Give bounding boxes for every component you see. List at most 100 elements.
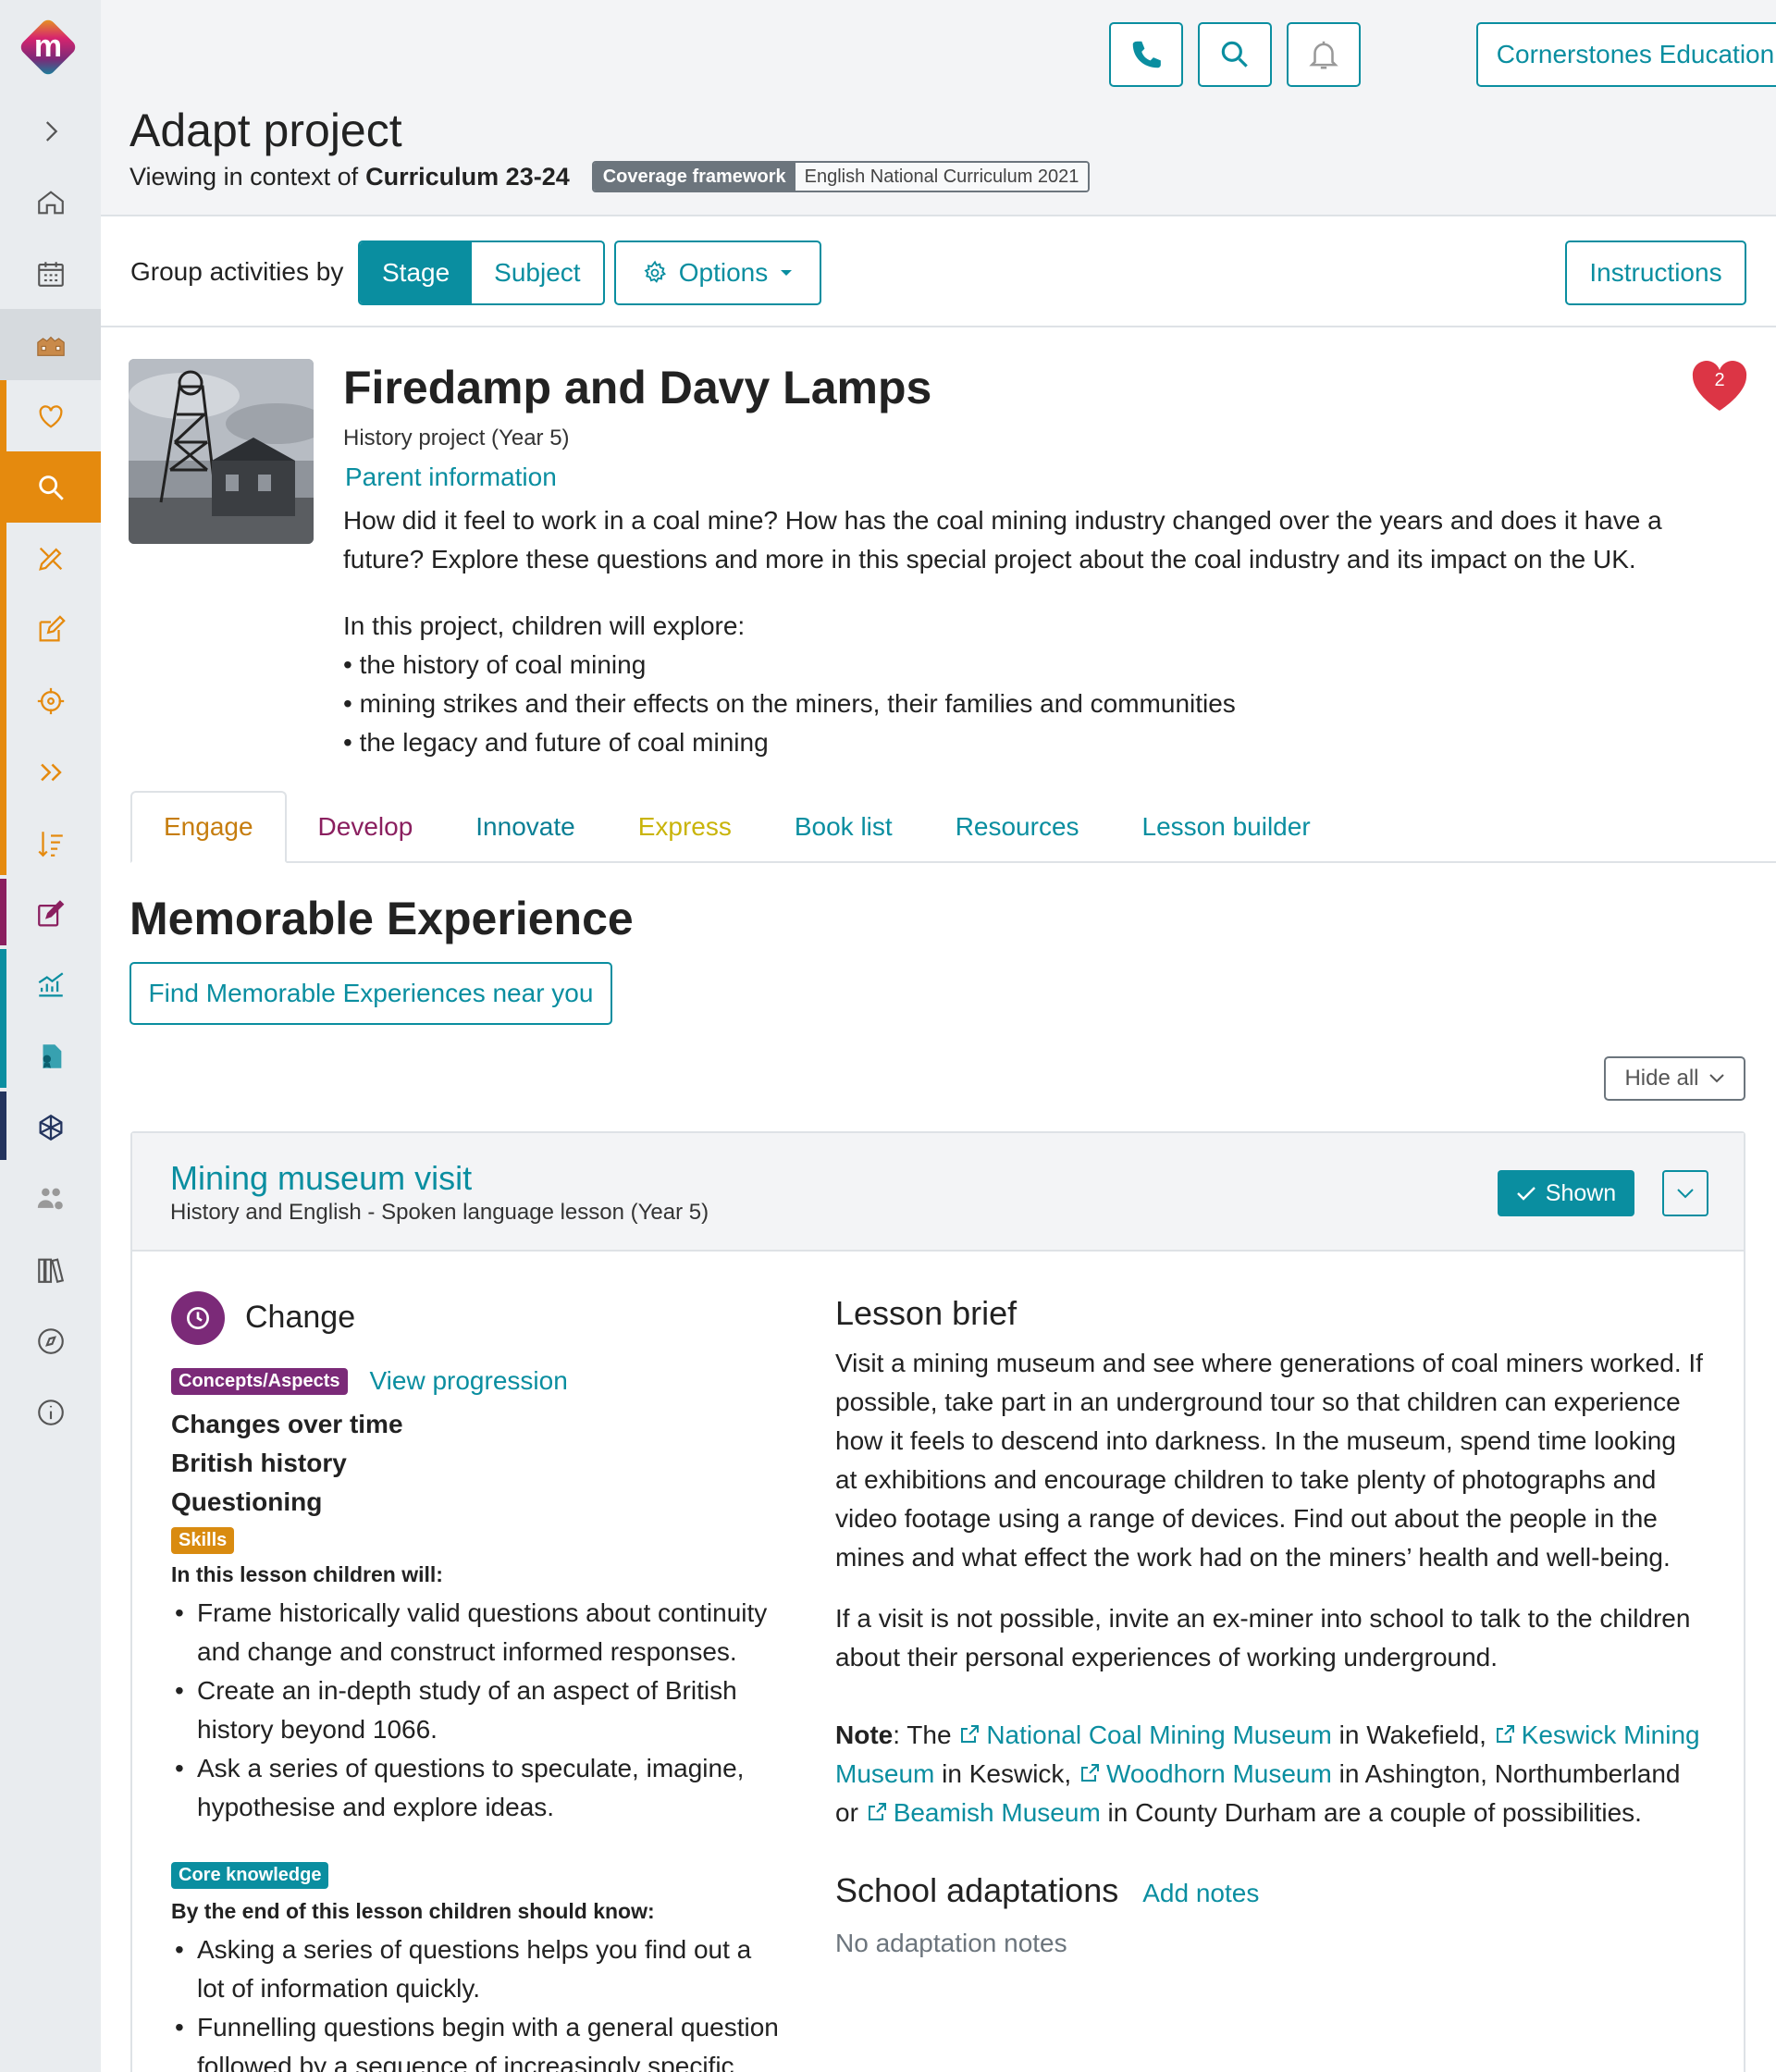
caret-down-icon: [781, 270, 793, 276]
edit-icon[interactable]: [0, 594, 101, 665]
search-nav-icon[interactable]: [0, 451, 101, 523]
tab-innovate[interactable]: Innovate: [444, 791, 606, 863]
note-text: : The: [893, 1720, 952, 1749]
top-bar: Cornerstones Education Adapt project Vie…: [101, 0, 1776, 216]
page-title: Adapt project: [130, 105, 402, 156]
tab-develop[interactable]: Develop: [287, 791, 445, 863]
concepts-badge: Concepts/Aspects: [171, 1367, 348, 1395]
favourite-button[interactable]: 2: [1691, 361, 1748, 413]
info-icon[interactable]: [0, 1376, 101, 1448]
organisation-name[interactable]: Cornerstones Education: [1478, 24, 1776, 85]
list-item: Create an in-depth study of an aspect of…: [171, 1671, 782, 1749]
view-progression-link[interactable]: View progression: [370, 1366, 568, 1396]
concept-list: Changes over time British history Questi…: [171, 1405, 403, 1522]
no-adaptation-notes: No adaptation notes: [835, 1929, 1067, 1957]
chevron-down-icon: [1677, 1189, 1694, 1199]
group-by-stage[interactable]: Stage: [360, 242, 473, 303]
group-by-toggle: Stage Subject: [358, 240, 605, 305]
compass-icon[interactable]: [0, 1305, 101, 1376]
add-notes-link[interactable]: Add notes: [1142, 1879, 1259, 1908]
lesson-brief-paragraph: If a visit is not possible, invite an ex…: [835, 1604, 1691, 1671]
tab-resources[interactable]: Resources: [924, 791, 1111, 863]
project-thumbnail: [129, 359, 314, 544]
museum-link[interactable]: Woodhorn Museum: [1079, 1759, 1332, 1788]
target-icon[interactable]: [0, 665, 101, 736]
projects-icon[interactable]: [0, 309, 101, 380]
concepts-row: Concepts/Aspects View progression: [171, 1366, 568, 1396]
external-link-icon: [1080, 1764, 1099, 1782]
concept-name: Change: [245, 1300, 356, 1335]
museum-location: in Wakefield,: [1331, 1720, 1494, 1749]
museum-link[interactable]: Beamish Museum: [866, 1798, 1101, 1827]
chart-icon[interactable]: [0, 949, 101, 1020]
explore-intro: In this project, children will explore:: [343, 611, 746, 640]
group-toolbar: Group activities by Stage Subject Option…: [101, 216, 1776, 327]
project-subtitle: History project (Year 5): [343, 426, 570, 450]
app-logo[interactable]: m: [16, 15, 80, 80]
notifications-button[interactable]: [1287, 22, 1361, 87]
home-icon[interactable]: [0, 166, 101, 238]
find-experiences-button[interactable]: Find Memorable Experiences near you: [130, 962, 612, 1025]
note-label: Note: [835, 1720, 894, 1749]
coverage-framework-badge: Coverage framework English National Curr…: [591, 161, 1091, 192]
skills-list: Frame historically valid questions about…: [171, 1594, 782, 1827]
certificate-icon[interactable]: [0, 1020, 101, 1092]
options-button[interactable]: Options: [614, 240, 821, 305]
list-item: Ask a series of questions to speculate, …: [171, 1749, 782, 1827]
core-knowledge-badge: Core knowledge: [171, 1862, 329, 1889]
skills-intro: In this lesson children will:: [171, 1562, 443, 1586]
organisation-switcher[interactable]: Cornerstones Education: [1476, 22, 1776, 87]
users-settings-icon[interactable]: [0, 1163, 101, 1234]
museum-link-label: Woodhorn Museum: [1105, 1759, 1332, 1788]
tab-engage[interactable]: Engage: [130, 791, 287, 863]
external-link-icon: [1496, 1725, 1514, 1743]
list-item: Frame historically valid questions about…: [171, 1594, 782, 1671]
clock-icon: [171, 1291, 225, 1345]
lesson-title[interactable]: Mining museum visit: [170, 1159, 472, 1198]
search-button[interactable]: [1198, 22, 1272, 87]
project-explore-list: In this project, children will explore: …: [343, 607, 1236, 762]
lesson-brief-heading: Lesson brief: [835, 1294, 1018, 1332]
external-link-icon: [961, 1725, 980, 1743]
hide-all-label: Hide all: [1624, 1066, 1699, 1091]
lesson-card: Mining museum visit History and English …: [130, 1131, 1745, 2072]
network-icon[interactable]: [0, 1092, 101, 1163]
sidebar: m: [0, 0, 101, 2072]
calendar-icon[interactable]: [0, 238, 101, 309]
assessment-edit-icon[interactable]: [0, 879, 101, 950]
double-chevron-icon[interactable]: [0, 736, 101, 808]
design-icon[interactable]: [0, 523, 101, 594]
framework-value: English National Curriculum 2021: [795, 163, 1089, 191]
expand-sidebar-icon[interactable]: [0, 95, 101, 166]
phone-button[interactable]: [1109, 22, 1183, 87]
lesson-brief-paragraph: Visit a mining museum and see where gene…: [835, 1349, 1703, 1572]
museum-location: in Keswick,: [934, 1759, 1079, 1788]
group-by-label: Group activities by: [130, 257, 344, 286]
hide-all-button[interactable]: Hide all: [1604, 1056, 1745, 1101]
group-by-subject[interactable]: Subject: [472, 242, 602, 303]
museum-link-label: Beamish Museum: [893, 1798, 1101, 1827]
parent-information-link[interactable]: Parent information: [345, 462, 557, 492]
tab-lesson-builder[interactable]: Lesson builder: [1111, 791, 1342, 863]
lesson-brief-note: Note: The National Coal Mining Museum in…: [835, 1716, 1705, 1832]
chevron-down-icon: [1708, 1074, 1724, 1083]
tab-express[interactable]: Express: [607, 791, 763, 863]
svg-text:m: m: [34, 29, 62, 64]
explore-item: • the history of coal mining: [343, 650, 647, 679]
project-description: How did it feel to work in a coal mine? …: [343, 506, 1662, 574]
shown-label: Shown: [1545, 1179, 1617, 1206]
core-knowledge-intro: By the end of this lesson children shoul…: [171, 1899, 655, 1923]
library-icon[interactable]: [0, 1234, 101, 1305]
expand-lesson-button[interactable]: [1662, 1170, 1708, 1216]
tab-book-list[interactable]: Book list: [763, 791, 924, 863]
sort-icon[interactable]: [0, 808, 101, 879]
context-curriculum: Curriculum 23-24: [365, 162, 570, 191]
school-adaptations-heading: School adaptations: [835, 1871, 1119, 1909]
museum-link[interactable]: National Coal Mining Museum: [958, 1720, 1332, 1749]
instructions-button[interactable]: Instructions: [1565, 240, 1746, 305]
context-line: Viewing in context of Curriculum 23-24 C…: [130, 161, 1091, 192]
heart-icon[interactable]: [0, 380, 101, 451]
section-title: Memorable Experience: [130, 893, 634, 944]
shown-toggle-button[interactable]: Shown: [1498, 1170, 1634, 1216]
gear-icon: [644, 260, 666, 283]
